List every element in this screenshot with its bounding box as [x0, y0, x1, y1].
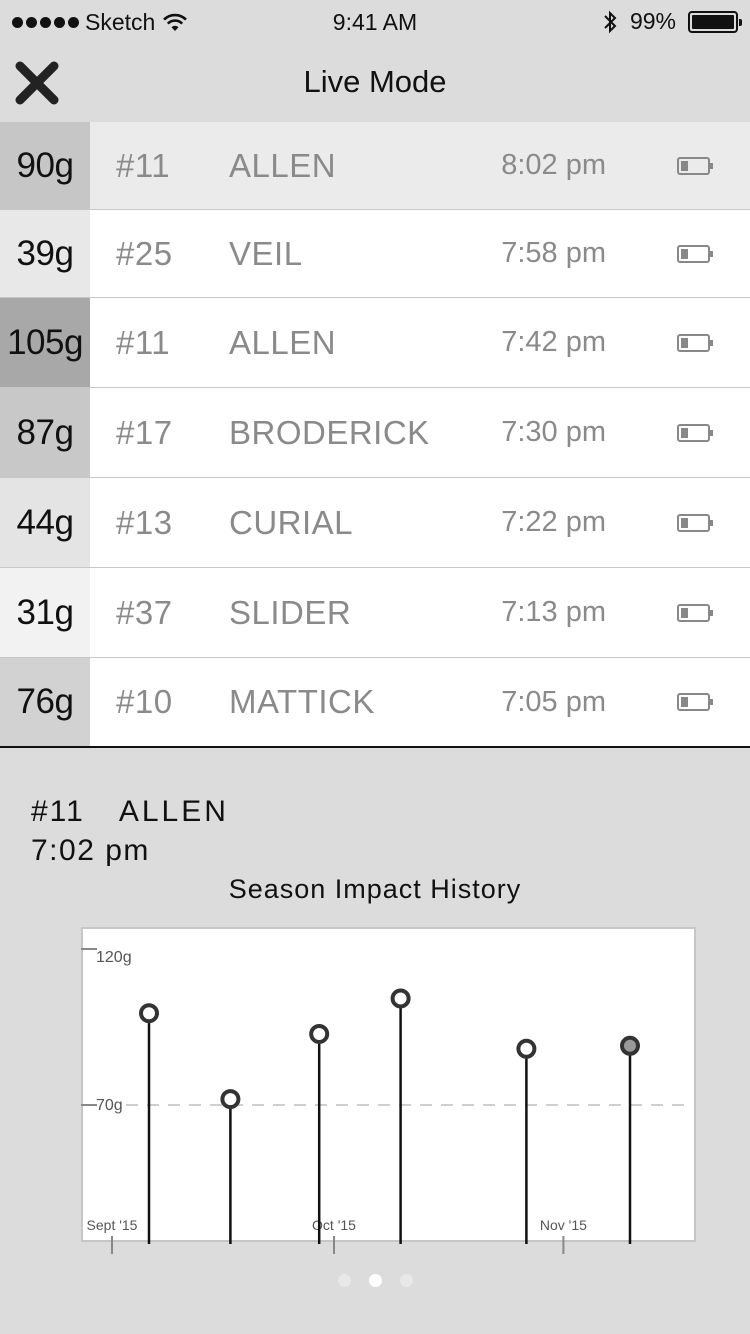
- detail-header: #11 ALLEN: [31, 795, 229, 829]
- player-name: CURIAL: [229, 503, 354, 541]
- page-title: Live Mode: [303, 64, 447, 99]
- impact-value: 87g: [0, 388, 90, 477]
- impact-value: 105g: [0, 298, 90, 387]
- impact-time: 8:02 pm: [501, 149, 606, 181]
- detail-time: 7:02 pm: [31, 834, 150, 867]
- battery-percent: 99%: [629, 8, 676, 34]
- data-point: [390, 988, 411, 1009]
- list-item[interactable]: 39g #25 VEIL 7:58 pm: [0, 210, 750, 298]
- player-number: #25: [116, 234, 173, 272]
- page-dot-2[interactable]: [368, 1274, 382, 1287]
- detail-player-number: #11: [31, 795, 85, 828]
- chart-svg: 120g70gSept '15 Oct '15 Nov '15: [81, 948, 692, 1254]
- impact-time: 7:30 pm: [501, 416, 606, 448]
- impact-value: 44g: [0, 478, 90, 567]
- data-point: [516, 1038, 537, 1059]
- player-number: #10: [116, 683, 173, 720]
- list-item[interactable]: 87g #17 BRODERICK 7:30 pm: [0, 388, 750, 478]
- impact-time: 7:42 pm: [501, 326, 606, 358]
- section-divider: [0, 746, 750, 748]
- player-number: #37: [116, 593, 173, 631]
- player-number: #11: [116, 323, 171, 361]
- battery-low-icon: [677, 603, 713, 622]
- impact-time: 7:58 pm: [501, 237, 606, 269]
- page-dot-3[interactable]: [399, 1274, 413, 1287]
- impact-time: 7:05 pm: [501, 685, 606, 718]
- detail-player-name: ALLEN: [118, 795, 229, 828]
- impact-time: 7:22 pm: [501, 506, 606, 538]
- impact-value: 31g: [0, 568, 90, 657]
- player-name: VEIL: [229, 234, 303, 272]
- battery-low-icon: [677, 244, 713, 263]
- status-bar: Sketch 9:41 AM 99%: [0, 0, 750, 42]
- chart-title: Season Impact History: [228, 874, 522, 904]
- data-point: [139, 1003, 159, 1024]
- x-tick-label: Sept '15: [87, 1217, 138, 1233]
- player-number: #17: [116, 413, 173, 451]
- player-name: ALLEN: [229, 146, 337, 184]
- battery-low-icon: [677, 423, 713, 442]
- data-point: [620, 1035, 640, 1056]
- x-tick-label: Nov '15: [540, 1217, 587, 1233]
- impact-history-chart: 120g 70g Sept '15 Oct '15 Nov '15: [81, 927, 696, 1254]
- y-tick-label: 120g: [96, 949, 132, 966]
- impact-time: 7:13 pm: [501, 596, 606, 628]
- battery-icon: [688, 10, 742, 33]
- impact-value: 76g: [0, 658, 90, 746]
- nav-bar: Live Mode: [0, 42, 750, 122]
- list-item[interactable]: 44g #13 CURIAL 7:22 pm: [0, 478, 750, 568]
- battery-low-icon: [677, 513, 713, 532]
- battery-low-icon: [677, 333, 713, 352]
- player-name: SLIDER: [229, 593, 352, 631]
- status-right: 99%: [602, 8, 742, 35]
- player-name: MATTICK: [229, 683, 375, 720]
- player-number: #11: [116, 146, 171, 184]
- page-indicator: [0, 1274, 750, 1287]
- page-dot-1[interactable]: [337, 1274, 351, 1287]
- y-tick-label: 70g: [96, 1097, 123, 1114]
- battery-low-icon: [677, 693, 713, 711]
- impact-value: 90g: [0, 122, 90, 209]
- data-point: [309, 1023, 330, 1044]
- impact-value: 39g: [0, 210, 90, 297]
- list-item[interactable]: 105g #11 ALLEN 7:42 pm: [0, 298, 750, 388]
- list-item[interactable]: 90g #11 ALLEN 8:02 pm: [0, 122, 750, 210]
- player-number: #13: [116, 503, 173, 541]
- bluetooth-icon: [604, 10, 617, 33]
- player-name: BRODERICK: [229, 413, 430, 451]
- impact-list: 90g #11 ALLEN 8:02 pm 39g #25 VEIL 7:58 …: [0, 122, 750, 746]
- battery-low-icon: [677, 156, 713, 175]
- player-name: ALLEN: [229, 323, 337, 361]
- data-point: [220, 1089, 241, 1110]
- list-item[interactable]: 31g #37 SLIDER 7:13 pm: [0, 568, 750, 658]
- list-item[interactable]: 76g #10 MATTICK 7:05 pm: [0, 658, 750, 746]
